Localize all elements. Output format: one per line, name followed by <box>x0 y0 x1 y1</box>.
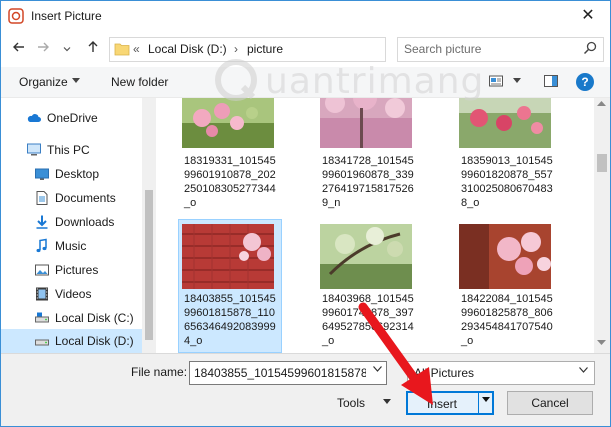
nav-label: Local Disk (D:) <box>55 334 134 348</box>
file-type-select[interactable]: All Pictures <box>407 361 595 385</box>
split-divider <box>478 393 479 413</box>
video-icon <box>36 287 48 301</box>
file-name: 18403968_101545 99601745878_397 6495278506… <box>322 293 414 347</box>
address-bar[interactable]: « Local Disk (D:) › picture <box>109 37 482 62</box>
preview-pane-icon[interactable] <box>543 73 559 89</box>
nav-label: Documents <box>55 191 116 205</box>
command-bar: Organize New folder ? <box>1 67 610 98</box>
nav-item-videos[interactable]: Videos <box>1 282 142 306</box>
nav-label: Pictures <box>55 263 99 277</box>
organize-button[interactable]: Organize <box>19 75 68 89</box>
cancel-button[interactable]: Cancel <box>507 391 593 415</box>
nav-label: Downloads <box>55 215 115 229</box>
image-thumbnail <box>320 224 412 289</box>
nav-label: Desktop <box>55 167 100 181</box>
image-thumbnail <box>182 224 274 289</box>
insert-button-label: Insert <box>427 397 458 411</box>
view-options-caret-icon[interactable] <box>513 78 521 84</box>
chevron-down-icon <box>579 367 588 373</box>
nav-label: Videos <box>55 287 92 301</box>
title-bar: Insert Picture ✕ <box>1 1 610 31</box>
nav-item-local-disk-d[interactable]: Local Disk (D:) <box>1 329 142 353</box>
powerpoint-app-icon <box>8 8 24 24</box>
tools-button[interactable]: Tools <box>337 396 365 410</box>
file-name-label: File name: <box>131 365 188 379</box>
nav-label: This PC <box>47 143 90 157</box>
file-name: 18403855_101545 99601815878_110 6563464920… <box>184 293 276 347</box>
nav-scroll-thumb[interactable] <box>145 190 153 340</box>
dialog-footer: File name: All Pictures Tools Insert Can… <box>1 353 610 426</box>
cloud-icon <box>27 114 41 122</box>
chevron-down-icon[interactable] <box>373 366 382 372</box>
search-box[interactable] <box>397 37 604 62</box>
drive-icon <box>35 339 49 346</box>
nav-label: OneDrive <box>47 111 98 125</box>
image-thumbnail <box>320 98 412 148</box>
nav-item-pictures[interactable]: Pictures <box>1 258 142 282</box>
image-thumbnail <box>182 98 274 148</box>
address-overflow[interactable]: « <box>133 42 140 56</box>
arrow-up-icon <box>88 41 98 52</box>
search-icon <box>583 41 597 55</box>
documents-icon <box>36 191 48 205</box>
file-name: 18341728_101545 99601960878_339 2764197158… <box>322 155 414 209</box>
download-icon <box>36 215 48 229</box>
close-button[interactable]: ✕ <box>566 1 610 31</box>
file-name-combobox[interactable] <box>189 361 387 385</box>
computer-icon <box>27 143 41 156</box>
nav-item-documents[interactable]: Documents <box>1 186 142 210</box>
file-name-input[interactable] <box>194 364 366 381</box>
scroll-down-icon[interactable] <box>597 340 606 346</box>
folder-icon <box>114 43 130 56</box>
caret-down-icon[interactable] <box>383 399 391 405</box>
breadcrumb-separator[interactable]: › <box>234 42 238 56</box>
help-button[interactable]: ? <box>576 73 594 91</box>
file-name: 18319331_101545 99601910878_202 2501083052… <box>184 155 276 209</box>
navigation-pane: OneDrive This PC Desktop Documents Downl… <box>1 98 156 353</box>
recent-locations-button[interactable] <box>57 39 77 59</box>
up-button[interactable] <box>83 39 103 59</box>
desktop-icon <box>35 168 49 180</box>
scroll-up-icon[interactable] <box>597 101 606 107</box>
nav-label: Music <box>55 239 87 253</box>
nav-item-downloads[interactable]: Downloads <box>1 210 142 234</box>
arrow-right-icon <box>38 42 49 52</box>
file-list-scrollbar[interactable] <box>594 98 610 353</box>
nav-scrollbar[interactable] <box>142 98 156 353</box>
file-name: 18422084_101545 99601825878_806 2934548417… <box>461 293 553 347</box>
breadcrumb-picture[interactable]: picture <box>247 42 283 56</box>
pictures-icon <box>35 264 49 276</box>
image-thumbnail <box>459 98 551 148</box>
nav-item-local-disk-c[interactable]: Local Disk (C:) <box>1 306 142 330</box>
nav-item-music[interactable]: Music <box>1 234 142 258</box>
window-title: Insert Picture <box>31 9 102 23</box>
back-button[interactable] <box>9 39 29 59</box>
music-icon <box>36 238 47 253</box>
arrow-left-icon <box>13 42 24 52</box>
nav-item-desktop[interactable]: Desktop <box>1 162 142 186</box>
forward-button[interactable] <box>33 39 53 59</box>
help-icon: ? <box>581 75 589 89</box>
nav-item-onedrive[interactable]: OneDrive <box>1 106 142 130</box>
new-folder-button[interactable]: New folder <box>111 75 168 89</box>
image-thumbnail <box>459 224 551 289</box>
drive-icon <box>35 312 49 323</box>
insert-button[interactable]: Insert <box>406 391 494 415</box>
nav-item-this-pc[interactable]: This PC <box>1 138 142 162</box>
chevron-down-icon <box>63 47 71 52</box>
nav-label: Local Disk (C:) <box>55 311 134 325</box>
breadcrumb-local-disk-d[interactable]: Local Disk (D:) <box>148 42 227 56</box>
search-input[interactable] <box>404 40 574 58</box>
change-view-icon[interactable] <box>488 73 504 89</box>
caret-down-icon <box>72 78 80 83</box>
file-type-value: All Pictures <box>414 366 475 380</box>
insert-options-caret-icon[interactable] <box>482 397 490 403</box>
address-row: « Local Disk (D:) › picture <box>1 31 610 67</box>
file-name: 18359013_101545 99601820878_557 3100250806… <box>461 155 553 209</box>
file-list: 18319331_101545 99601910878_202 2501083052… <box>157 98 594 353</box>
close-icon: ✕ <box>581 7 595 24</box>
insert-picture-dialog: Insert Picture ✕ « Local Disk (D:) › pic… <box>0 0 611 427</box>
scroll-thumb[interactable] <box>597 154 607 172</box>
